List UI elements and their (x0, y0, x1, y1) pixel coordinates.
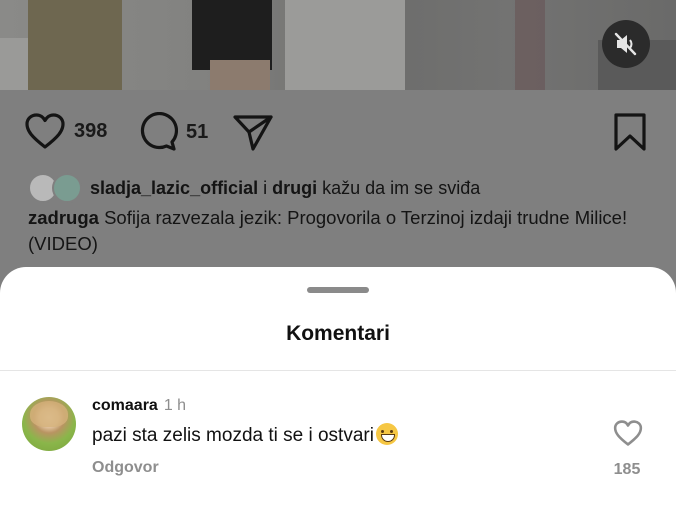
sheet-title: Komentari (286, 322, 390, 345)
save-action[interactable] (612, 112, 648, 152)
video-scene-plant (515, 0, 545, 90)
mute-button[interactable] (602, 20, 650, 68)
caption-username[interactable]: zadruga (28, 207, 99, 228)
divider (0, 370, 676, 371)
liked-by-connector: i (263, 177, 268, 198)
post-action-bar: 398 51 (0, 90, 676, 170)
video-scene-person-right (285, 0, 405, 90)
heart-outline-icon[interactable] (613, 419, 643, 447)
comment-item: comaara 1 h pazi sta zelis mozda ti se i … (0, 387, 676, 497)
comment-username[interactable]: comaara (92, 397, 158, 414)
comment-time: 1 h (163, 397, 187, 414)
comment-text: pazi sta zelis mozda ti se i ostvari (92, 423, 398, 447)
caption-text: Sofija razvezala jezik: Progovorila o Te… (28, 207, 628, 254)
like-count[interactable]: 398 (74, 120, 107, 143)
video-scene-person-left (28, 0, 122, 90)
avatar (52, 173, 82, 203)
comment-action[interactable]: 51 (138, 112, 208, 152)
comments-sheet: Komentari comaara 1 h pazi sta zelis mozd… (0, 267, 676, 506)
paper-plane-icon[interactable] (232, 112, 274, 152)
liked-by-username[interactable]: sladja_lazic_official (90, 178, 258, 199)
speaker-muted-icon (614, 32, 637, 56)
post-caption: zadruga Sofija razvezala jezik: Progovor… (28, 205, 648, 257)
post-video[interactable] (0, 0, 676, 90)
liked-by-suffix: kažu da im se sviđa (322, 177, 481, 198)
comment-count[interactable]: 51 (186, 121, 208, 144)
liked-by-row[interactable]: sladja_lazic_official i drugi kažu da im… (28, 173, 480, 203)
comment-body: pazi sta zelis mozda ti se i ostvari (92, 425, 374, 446)
video-scene-legs (210, 60, 270, 90)
grinning-face-emoji-icon (375, 423, 398, 445)
sheet-drag-handle[interactable] (307, 287, 369, 293)
share-action[interactable] (232, 112, 274, 152)
comment-header: comaara 1 h (92, 397, 186, 415)
speech-bubble-icon[interactable] (138, 112, 178, 152)
liked-by-avatars (28, 173, 86, 203)
reply-button[interactable]: Odgovor (92, 459, 159, 477)
avatar[interactable] (22, 397, 76, 451)
comment-like-count: 185 (613, 461, 641, 478)
avatar-hair-shape (30, 401, 68, 427)
comment-like-button[interactable] (613, 419, 643, 452)
heart-outline-icon[interactable] (24, 112, 66, 150)
like-action[interactable]: 398 (24, 112, 107, 150)
bookmark-icon[interactable] (612, 112, 648, 152)
liked-by-others[interactable]: drugi (272, 178, 317, 199)
